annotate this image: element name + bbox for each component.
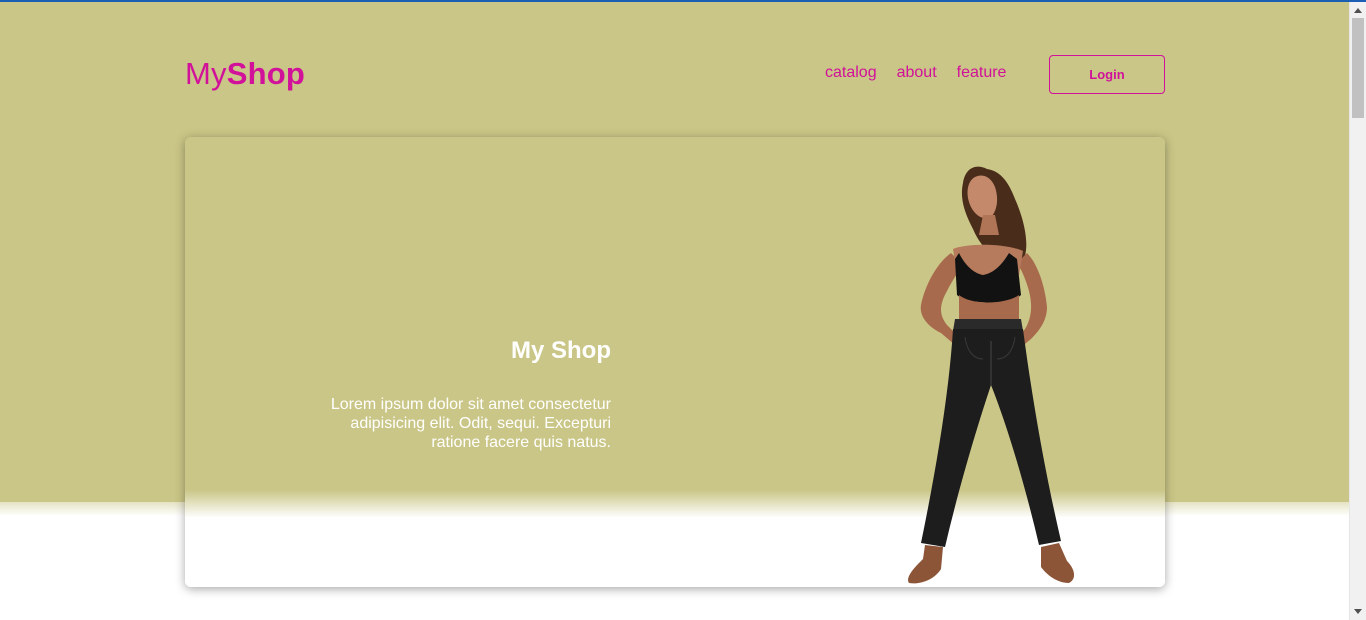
arrow-up-icon[interactable] <box>1354 8 1362 13</box>
logo-bold: Shop <box>226 56 306 91</box>
main-nav: catalog about feature <box>825 64 1006 82</box>
login-button[interactable]: Login <box>1049 55 1165 94</box>
nav-item-about[interactable]: about <box>897 64 937 82</box>
nav-item-feature[interactable]: feature <box>957 64 1007 82</box>
hero-card: My Shop Lorem ipsum dolor sit amet conse… <box>185 137 1165 587</box>
page: MyShop catalog about feature Login My Sh… <box>0 0 1366 620</box>
hero-description: Lorem ipsum dolor sit amet consectetur a… <box>330 396 611 451</box>
woman-standing-illustration <box>908 166 1075 584</box>
nav-item-catalog[interactable]: catalog <box>825 64 877 82</box>
hero-title: My Shop <box>511 337 611 364</box>
logo[interactable]: MyShop <box>185 56 305 92</box>
logo-light: My <box>185 56 227 91</box>
arrow-down-icon[interactable] <box>1354 609 1362 614</box>
scrollbar-thumb[interactable] <box>1352 18 1364 118</box>
page-scrollbar[interactable] <box>1349 2 1366 620</box>
